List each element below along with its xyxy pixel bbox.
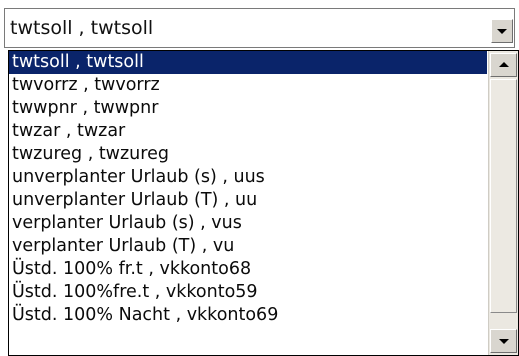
scroll-down-arrow-icon	[498, 339, 509, 344]
combobox-dropdown-button[interactable]	[491, 19, 513, 43]
value-combobox[interactable]: twtsoll , twtsoll	[4, 8, 515, 48]
dropdown-option[interactable]: Üstd. 100% fr.t , vkkonto68	[9, 258, 487, 281]
dropdown-option[interactable]: twzar , twzar	[9, 120, 487, 143]
dropdown-option[interactable]: unverplanter Urlaub (T) , uu	[9, 189, 487, 212]
dropdown-items: twtsoll , twtsoll twvorrz , twvorrz twwpnr…	[9, 51, 487, 327]
dropdown-option[interactable]: twzureg , twzureg	[9, 143, 487, 166]
dropdown-option[interactable]: twwpnr , twwpnr	[9, 97, 487, 120]
scroll-up-button[interactable]	[490, 53, 517, 77]
dropdown-option[interactable]: unverplanter Urlaub (s) , uus	[9, 166, 487, 189]
dropdown-option[interactable]: Üstd. 100%fre.t , vkkonto59	[9, 281, 487, 304]
dropdown-option-selected[interactable]: twtsoll , twtsoll	[9, 51, 487, 74]
dropdown-option[interactable]: twvorrz , twvorrz	[9, 74, 487, 97]
dropdown-list[interactable]: twtsoll , twtsoll twvorrz , twvorrz twwpnr…	[8, 50, 519, 356]
scroll-up-arrow-icon	[498, 62, 509, 67]
dropdown-option[interactable]: verplanter Urlaub (T) , vu	[9, 235, 487, 258]
dropdown-option[interactable]: Üstd. 100% Nacht , vkkonto69	[9, 304, 487, 327]
chevron-down-icon	[497, 29, 507, 34]
combobox-selected-value: twtsoll , twtsoll	[10, 17, 154, 39]
scroll-down-button[interactable]	[490, 329, 517, 353]
scrollbar-thumb[interactable]	[490, 79, 517, 313]
vertical-scrollbar[interactable]	[488, 51, 518, 355]
dropdown-option[interactable]: verplanter Urlaub (s) , vus	[9, 212, 487, 235]
